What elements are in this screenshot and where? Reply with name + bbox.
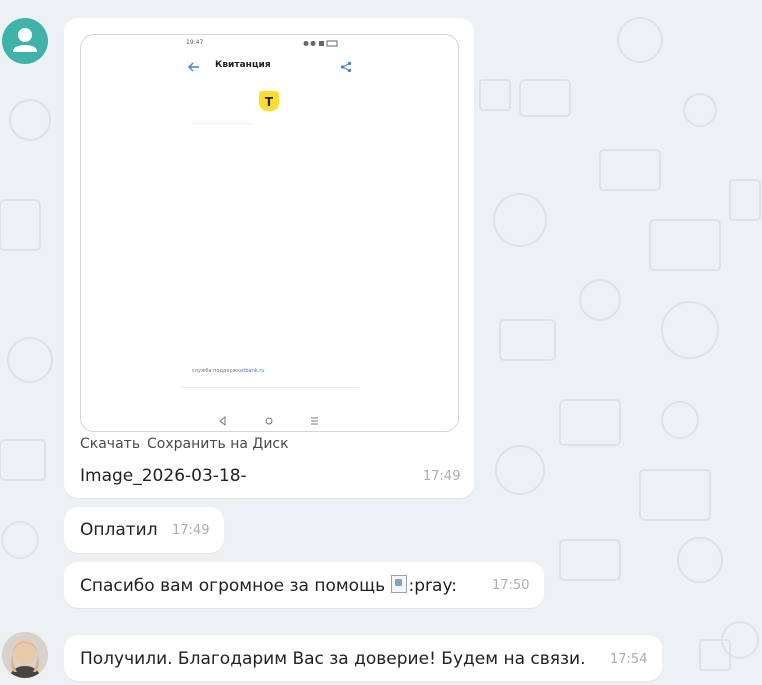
broken-emoji-icon	[390, 575, 407, 593]
message-time: 17:49	[172, 523, 210, 538]
preview-support-line: служба поддержкиtbank.ru	[192, 368, 265, 374]
message-text: Оплатил	[80, 520, 158, 540]
share-icon[interactable]	[340, 61, 352, 73]
message-time: 17:54	[610, 652, 648, 667]
tbank-logo-icon: T	[259, 91, 279, 111]
message-time: 17:50	[492, 578, 530, 593]
status-bar-icons	[303, 40, 338, 47]
sender-avatar[interactable]	[2, 18, 48, 64]
attachment-message-bubble: 19:47 Квитанция T служба поддержкиtbank.…	[64, 18, 474, 498]
download-link[interactable]: Скачать	[80, 436, 140, 452]
message-bubble: Получили. Благодарим Вас за доверие! Буд…	[64, 635, 662, 681]
nav-home-icon	[265, 417, 273, 425]
redacted-line	[191, 123, 251, 124]
nav-back-icon	[219, 415, 226, 427]
message-bubble: Оплатил 17:49	[64, 507, 224, 553]
nav-menu-icon	[311, 417, 318, 425]
divider	[181, 387, 359, 388]
message-text: Получили. Благодарим Вас за доверие! Буд…	[80, 649, 586, 669]
person-photo-icon	[2, 632, 48, 678]
back-arrow-icon[interactable]	[188, 62, 200, 72]
agent-avatar[interactable]	[2, 632, 48, 678]
preview-screen-title: Квитанция	[215, 60, 271, 70]
attachment-filename[interactable]: Image_2026-03-18-	[80, 466, 247, 486]
message-time: 17:49	[423, 469, 461, 484]
save-to-disk-link[interactable]: Сохранить на Диск	[147, 436, 289, 452]
user-silhouette-icon	[13, 28, 37, 52]
image-preview[interactable]: 19:47 Квитанция T служба поддержкиtbank.…	[80, 34, 459, 432]
message-bubble: Спасибо вам огромное за помощь :pray: 17…	[64, 562, 544, 608]
android-nav-bar	[219, 415, 318, 427]
message-text: Спасибо вам огромное за помощь :pray:	[80, 575, 458, 596]
status-bar-time: 19:47	[186, 39, 204, 46]
